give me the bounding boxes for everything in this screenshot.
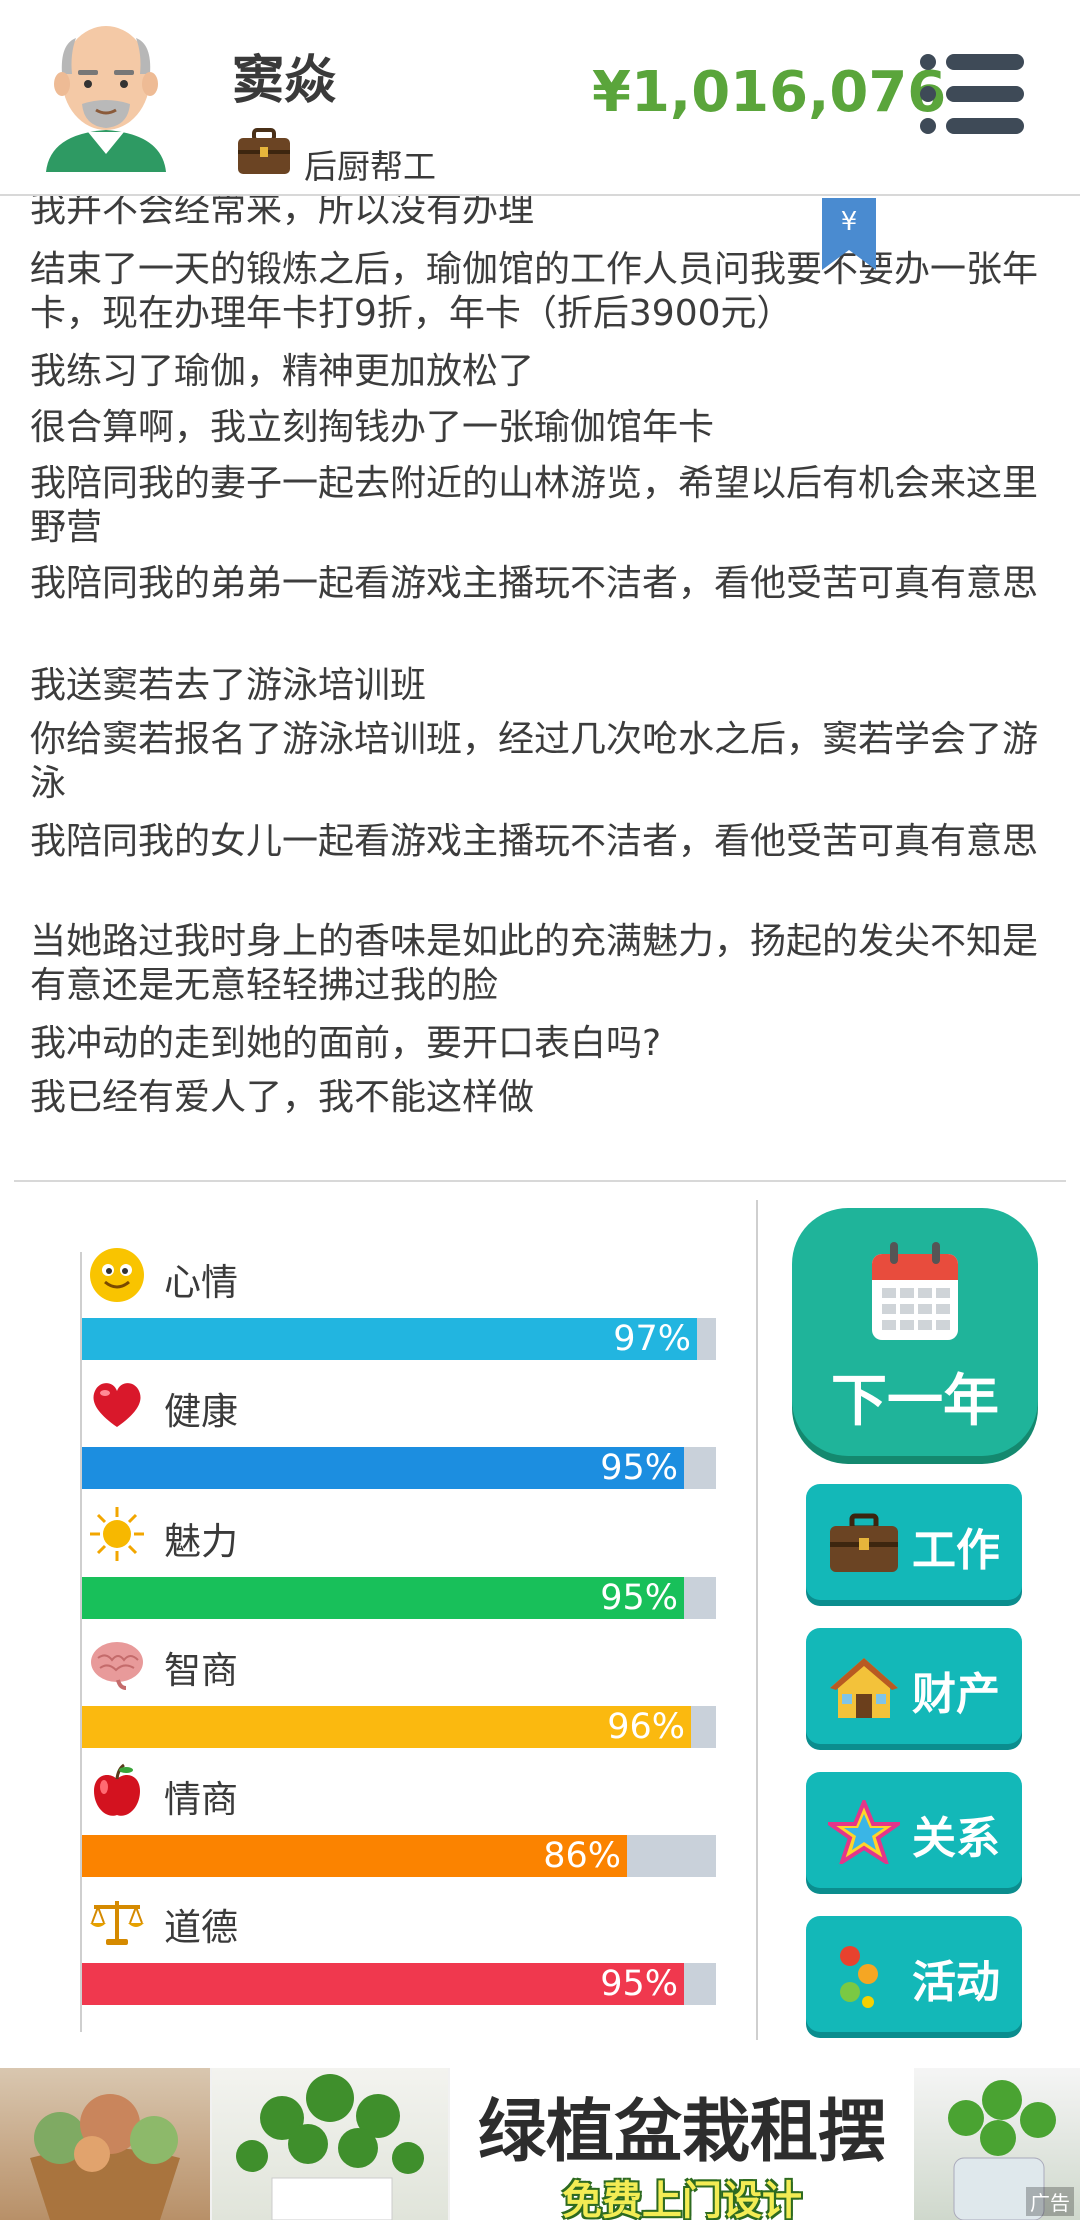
stat-bar: 86% [82,1835,716,1877]
avatar[interactable] [36,14,176,174]
stat-bar-fill [82,1963,684,2005]
stat-bar-fill [82,1318,697,1360]
stat-iq: 智商 96% [82,1634,716,1754]
ad-text-box: 绿植盆栽租摆 免费上门设计 [450,2068,914,2220]
bookmark-symbol: ¥ [841,207,858,237]
log-line: 我冲动的走到她的面前，要开口表白吗? [30,1023,662,1064]
ad-plant-image: 广告 [914,2068,1080,2220]
star-icon [828,1800,900,1864]
sun-icon [90,1507,144,1561]
log-line: 很合算啊，我立刻掏钱办了一张瑜伽馆年卡 [30,407,715,448]
ad-tag: 广告 [1026,2187,1074,2216]
menu-icon[interactable] [918,52,1026,136]
log-line: 我送窦若去了游泳培训班 [30,665,427,706]
header: 窦焱 后厨帮工 ¥1,016,076 [0,0,1080,196]
stat-bar: 95% [82,1577,716,1619]
stat-bar: 95% [82,1447,716,1489]
stat-label: 魅力 [164,1520,238,1563]
stat-bar: 95% [82,1963,716,2005]
activity-button[interactable]: 活动 [806,1916,1022,2032]
stat-charm: 魅力 95% [82,1505,716,1625]
stat-bar-fill [82,1577,684,1619]
ad-plant-image [212,2068,448,2220]
job-title: 后厨帮工 [304,147,436,186]
work-label: 工作 [912,1525,1000,1576]
stat-value: 95% [600,1964,678,2004]
house-icon [830,1658,898,1718]
stat-health: 健康 95% [82,1375,716,1495]
log-line: 你给窦若报名了游泳培训班，经过几次呛水之后，窦若学会了游泳 [30,719,1039,804]
activity-dots-icon [840,1946,878,2008]
stat-value: 95% [600,1578,678,1618]
brain-icon [91,1642,143,1690]
money-bookmark-icon[interactable]: ¥ [822,198,876,270]
stat-label: 情商 [164,1778,238,1821]
scales-icon [90,1901,144,1945]
property-button[interactable]: 财产 [806,1628,1022,1744]
stat-morality: 道德 95% [82,1891,716,2011]
briefcase-icon [830,1513,898,1572]
succulent-pot-image [30,2094,180,2220]
property-label: 财产 [912,1669,1000,1720]
relations-label: 关系 [912,1813,1000,1864]
log-line: 我陪同我的女儿一起看游戏主播玩不洁者，看他受苦可真有意思 [30,821,1039,862]
stat-eq: 情商 86% [82,1763,716,1883]
stat-mood: 心情 97% [82,1246,716,1366]
heart-icon [93,1383,141,1427]
next-year-button[interactable]: 下一年 [792,1208,1038,1456]
stat-bar: 97% [82,1318,716,1360]
log-line: 我陪同我的妻子一起去附近的山林游览，希望以后有机会来这里野营 [30,463,1039,548]
ad-plant-image [0,2068,210,2220]
log-line: 当她路过我时身上的香味是如此的充满魅力，扬起的发尖不知是有意还是无意轻轻拂过我的… [30,921,1039,1006]
money-balance: ¥1,016,076 [592,60,947,125]
stat-value: 86% [543,1836,621,1876]
stat-label: 心情 [164,1261,238,1304]
ad-banner[interactable]: 绿植盆栽租摆 免费上门设计 广告 [0,2068,1080,2220]
stat-bar: 96% [82,1706,716,1748]
briefcase-icon [238,128,290,174]
apple-icon [94,1763,140,1816]
stat-value: 95% [600,1448,678,1488]
stat-bar-fill [82,1447,684,1489]
stat-label: 道德 [164,1906,238,1949]
relations-button[interactable]: 关系 [806,1772,1022,1888]
ad-title: 绿植盆栽租摆 [477,2093,886,2172]
calendar-icon [872,1242,958,1340]
activity-label: 活动 [912,1957,1000,2008]
stat-bar-fill [82,1706,691,1748]
ad-subtitle: 免费上门设计 [562,2178,802,2220]
log-line: 我陪同我的弟弟一起看游戏主播玩不洁者，看他受苦可真有意思 [30,563,1039,604]
event-log[interactable]: 我并不会经常来，所以没有办理 结束了一天的锻炼之后，瑜伽馆的工作人员问我要不要办… [0,196,1080,1180]
log-line: 结束了一天的锻炼之后，瑜伽馆的工作人员问我要不要办一张年卡，现在办理年卡打9折，… [30,249,1039,334]
stat-value: 97% [613,1319,691,1359]
player-name: 窦焱 [232,51,337,111]
stat-label: 智商 [164,1649,238,1692]
smiley-icon [90,1248,144,1302]
log-line: 我并不会经常来，所以没有办理 [30,196,535,230]
log-line: 我练习了瑜伽，精神更加放松了 [30,351,535,392]
work-button[interactable]: 工作 [806,1484,1022,1600]
panel-separator [756,1200,758,2040]
pot-plant-image [236,2074,424,2220]
next-year-label: 下一年 [831,1369,999,1434]
stat-label: 健康 [164,1390,238,1433]
stat-value: 96% [607,1707,685,1747]
log-line: 我已经有爱人了，我不能这样做 [30,1077,535,1118]
